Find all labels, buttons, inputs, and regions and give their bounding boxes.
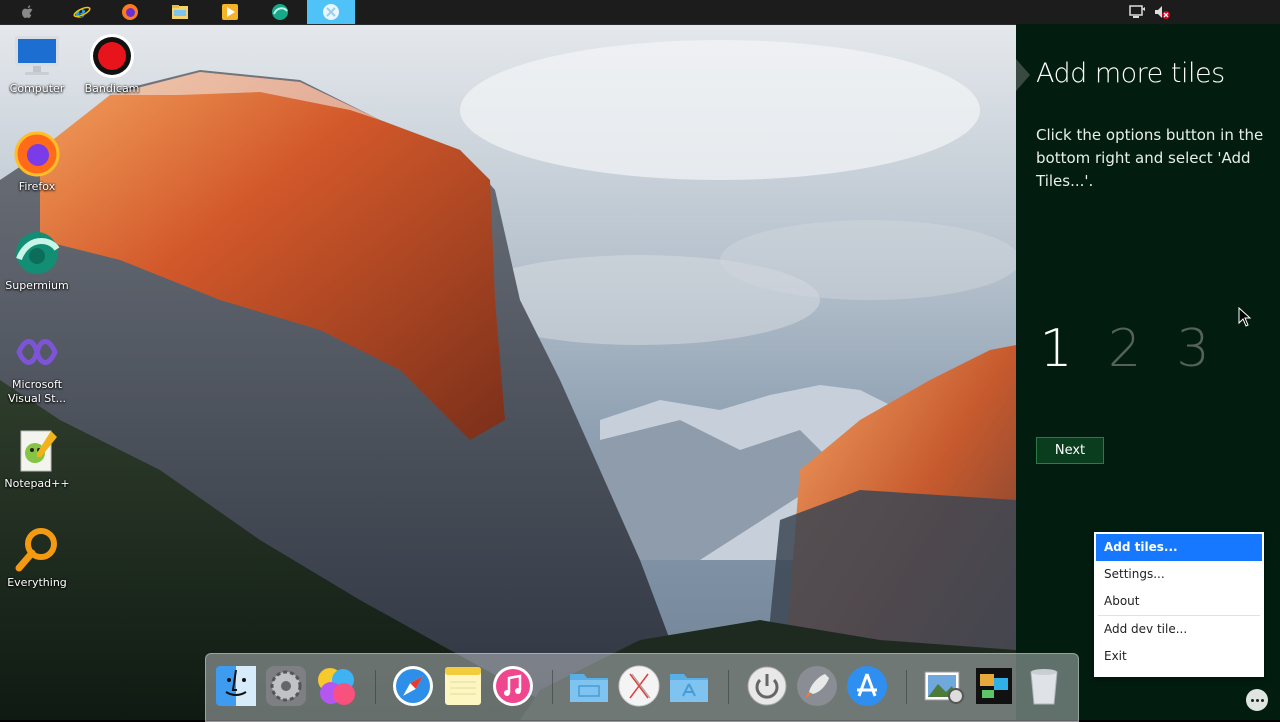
desktop-icon-computer[interactable]: Computer [0,32,74,96]
desktop-icon-bandicam[interactable]: Bandicam [75,32,149,96]
desktop-icon-label: Bandicam [84,82,140,95]
finder-icon[interactable] [214,664,258,708]
next-button[interactable]: Next [1036,437,1104,464]
supermium-icon[interactable] [256,0,304,24]
panel-instructions: Click the options button in the bottom r… [1036,126,1264,190]
step-indicator: 1 2 3 [1030,319,1219,379]
desktop-icon-notepad-plus-plus[interactable]: Notepad++ [0,427,74,491]
trash-icon[interactable] [1022,664,1066,708]
firefox-icon [13,130,61,178]
system-preferences-icon[interactable] [264,664,308,708]
desktop-icon-visual-studio[interactable]: Microsoft Visual St... [0,328,74,406]
step-2[interactable]: 2 [1099,319,1151,379]
everything-search-icon [13,526,61,574]
notepad-plus-plus-icon [13,427,61,475]
step-1[interactable]: 1 [1030,319,1082,379]
safari-icon[interactable] [391,664,435,708]
x-app-icon[interactable] [617,664,661,708]
firefox-icon[interactable] [106,0,154,24]
power-icon[interactable] [745,664,789,708]
network-icon[interactable] [1128,3,1146,21]
notes-icon[interactable] [441,664,485,708]
app-store-icon[interactable] [845,664,889,708]
visual-studio-icon [13,328,61,376]
menu-item-add-tiles[interactable]: Add tiles... [1096,534,1262,561]
menu-item-about[interactable]: About [1094,588,1264,615]
dock-separator [906,670,907,704]
desktop-icon-everything[interactable]: Everything [0,526,74,590]
bandicam-record-icon [88,32,136,80]
dot-icon [1260,698,1264,702]
dock-separator [552,670,553,704]
internet-explorer-icon[interactable]: e [58,0,106,24]
desktop-icon-label: Notepad++ [4,477,70,490]
itunes-icon[interactable] [491,664,535,708]
volume-muted-icon[interactable] [1153,3,1171,21]
dot-icon [1250,698,1254,702]
options-button[interactable] [1246,689,1268,711]
desktop-icon-label: Everything [7,576,67,589]
panel-title: Add more tiles [1036,58,1225,89]
desktop-icon-label: Computer [9,82,65,95]
panel-collapse-arrow[interactable] [1016,59,1030,91]
menu-item-settings[interactable]: Settings... [1094,561,1264,588]
preview-icon[interactable] [922,664,966,708]
desktop-icon-label: Supermium [5,279,69,292]
dock-separator [728,670,729,704]
dot-icon [1255,698,1259,702]
game-center-icon[interactable] [314,664,358,708]
computer-icon [13,32,61,80]
xwidget-icon[interactable] [307,0,355,24]
desktop-icon-firefox[interactable]: Firefox [0,130,74,194]
dock [205,653,1079,722]
options-context-menu: Add tiles... Settings... About Add dev t… [1094,532,1264,677]
step-3[interactable]: 3 [1167,319,1219,379]
mouse-cursor-icon [1238,306,1252,331]
supermium-icon [13,229,61,277]
applications-folder-icon[interactable] [667,664,711,708]
file-explorer-icon[interactable] [156,0,204,24]
photo-slideshow-icon[interactable] [972,664,1016,708]
menu-item-exit[interactable]: Exit [1094,643,1264,670]
desktop-wallpaper [0,0,1016,720]
top-taskbar: e [0,0,1280,25]
folder-icon[interactable] [567,664,611,708]
desktop-icon-label: Firefox [18,180,56,193]
dock-separator [375,670,376,704]
apple-menu-icon[interactable] [4,0,52,24]
menu-item-add-dev-tile[interactable]: Add dev tile... [1094,616,1264,643]
media-player-icon[interactable] [206,0,254,24]
launchpad-rocket-icon[interactable] [795,664,839,708]
desktop-icon-supermium[interactable]: Supermium [0,229,74,293]
desktop-icon-label: Microsoft Visual St... [7,378,67,405]
